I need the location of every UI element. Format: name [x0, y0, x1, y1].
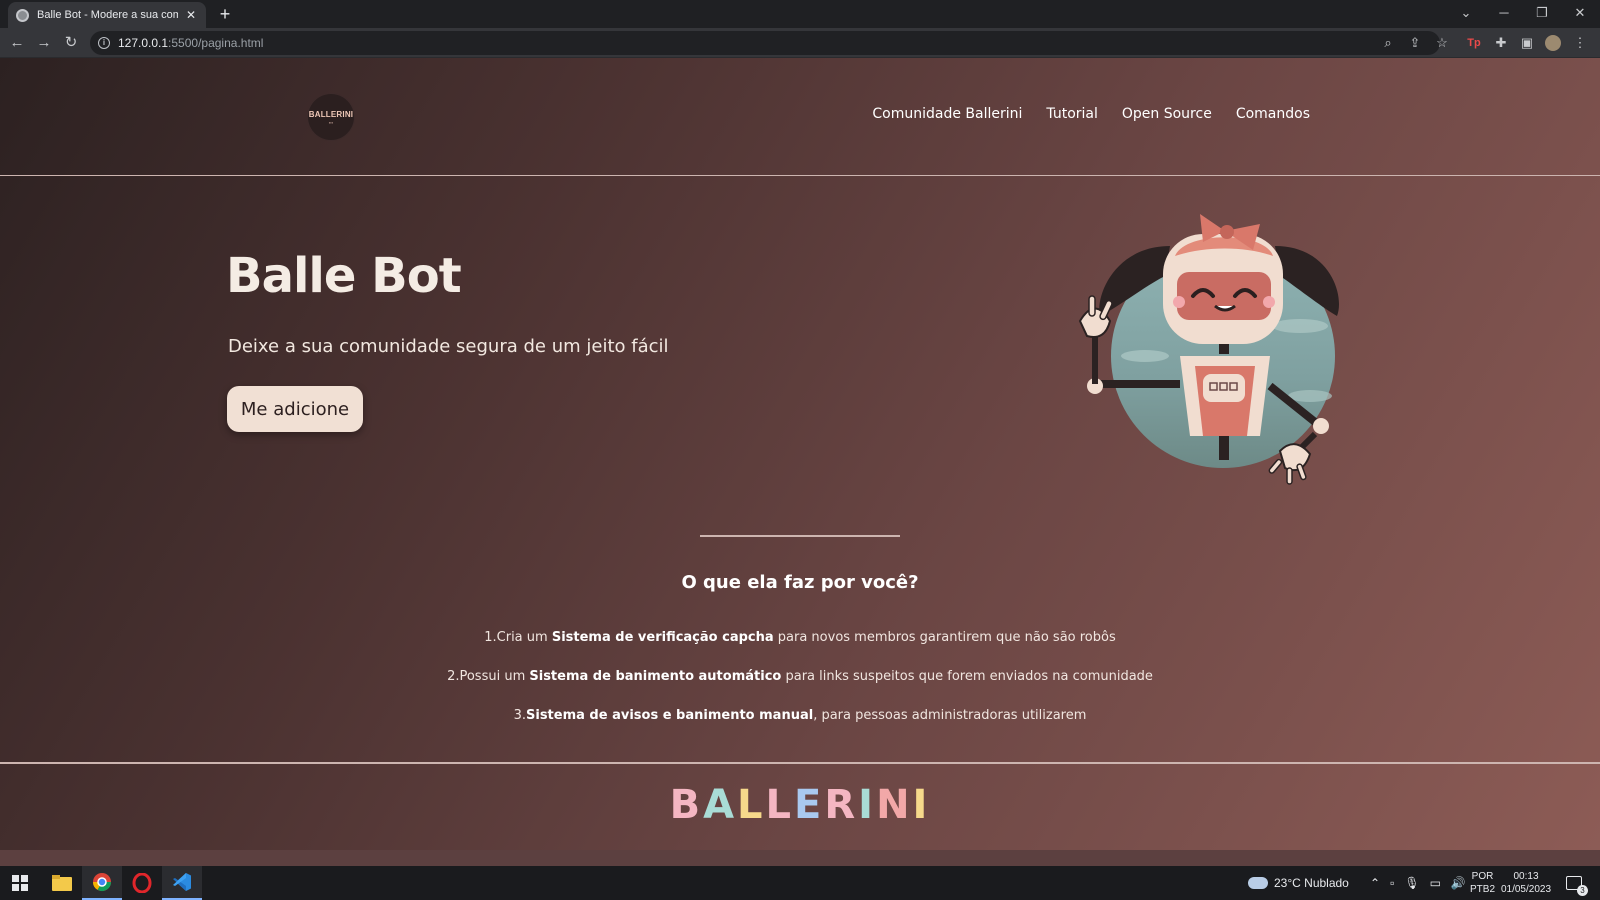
page-bottom-strip — [0, 850, 1600, 866]
back-icon[interactable]: ← — [6, 32, 28, 54]
footer-logo-letter: R — [824, 782, 859, 828]
site-header: BALLERINI ▪▪▪ Comunidade Ballerini Tutor… — [0, 58, 1600, 176]
footer-logo-letter: E — [794, 782, 825, 828]
tray-chevron-icon[interactable]: ⌃ — [1370, 876, 1380, 890]
feature-prefix: 2.Possui um — [447, 669, 530, 684]
footer-logo-letter: A — [703, 782, 738, 828]
clock-date: 01/05/2023 — [1500, 884, 1552, 895]
nav-comandos[interactable]: Comandos — [1236, 106, 1310, 122]
tray-meet-icon[interactable]: ▫ — [1390, 876, 1394, 890]
feature-item: 1.Cria um Sistema de verificação capcha … — [0, 630, 1600, 645]
feature-item: 2.Possui um Sistema de banimento automát… — [0, 669, 1600, 684]
add-bot-button[interactable]: Me adicione — [227, 386, 363, 432]
extensions-puzzle-icon[interactable]: ✚ — [1491, 33, 1511, 53]
restore-icon[interactable]: ❐ — [1522, 0, 1562, 28]
feature-prefix: 3. — [513, 708, 526, 723]
language-indicator[interactable]: POR PTB2 — [1470, 866, 1495, 900]
feature-suffix: para novos membros garantirem que não sã… — [773, 630, 1116, 645]
profile-avatar[interactable] — [1543, 33, 1563, 53]
keyboard-layout: PTB2 — [1470, 884, 1496, 895]
footer-logo-letter: L — [765, 782, 795, 828]
browser-tab-bar: Balle Bot - Modere a sua comunidade ✕ + … — [0, 0, 1600, 28]
feature-prefix: 1.Cria um — [484, 630, 552, 645]
footer-logo-letter: I — [858, 782, 877, 828]
footer-logo-letter: L — [737, 782, 766, 828]
web-page: BALLERINI ▪▪▪ Comunidade Ballerini Tutor… — [0, 58, 1600, 866]
feature-highlight: Sistema de avisos e banimento manual — [526, 708, 814, 723]
favicon-icon — [16, 8, 29, 22]
reload-icon[interactable]: ↻ — [60, 32, 82, 54]
feature-suffix: , para pessoas administradoras utilizare… — [813, 708, 1087, 723]
cloud-icon — [1248, 877, 1268, 889]
forward-icon[interactable]: → — [33, 32, 55, 54]
logo-text: BALLERINI — [308, 109, 354, 119]
zoom-icon[interactable]: ⌕ — [1378, 33, 1398, 53]
nav-comunidade-ballerini[interactable]: Comunidade Ballerini — [872, 106, 1022, 122]
feature-highlight: Sistema de verificação capcha — [551, 630, 774, 645]
extension-tp-icon[interactable]: Tp — [1464, 33, 1484, 53]
file-explorer-icon[interactable] — [42, 866, 82, 900]
side-panel-icon[interactable]: ▣ — [1517, 33, 1537, 53]
menu-kebab-icon[interactable]: ⋮ — [1570, 33, 1590, 53]
notification-count: 3 — [1577, 885, 1588, 896]
system-tray-icons: ⌃ ▫ 🎙 ▭ 🔊 — [1370, 866, 1466, 900]
windows-start-icon[interactable] — [0, 866, 40, 900]
weather-text: 23°C Nublado — [1274, 876, 1349, 890]
site-logo[interactable]: BALLERINI ▪▪▪ — [308, 94, 354, 140]
footer-logo: BALLERINI — [0, 782, 1600, 828]
network-icon[interactable]: ▭ — [1430, 876, 1441, 890]
microphone-icon[interactable]: 🎙 — [1404, 876, 1419, 890]
new-tab-button[interactable]: + — [214, 3, 236, 25]
section-divider — [700, 535, 900, 537]
site-info-icon[interactable]: i — [98, 37, 110, 49]
feature-highlight: Sistema de banimento automático — [529, 669, 782, 684]
robot-illustration — [1078, 214, 1340, 485]
nav-tutorial[interactable]: Tutorial — [1046, 106, 1097, 122]
footer-logo-letter: B — [669, 782, 704, 828]
weather-widget[interactable]: 23°C Nublado — [1248, 866, 1349, 900]
features-title: O que ela faz por você? — [681, 572, 919, 593]
hero-title: Balle Bot — [226, 248, 462, 304]
nav-open-source[interactable]: Open Source — [1122, 106, 1212, 122]
volume-icon[interactable]: 🔊 — [1451, 876, 1466, 890]
language-code: POR — [1471, 871, 1494, 882]
bookmark-star-icon[interactable]: ☆ — [1432, 33, 1452, 53]
tab-search-icon[interactable]: ⌄ — [1446, 0, 1486, 28]
share-icon[interactable]: ⇪ — [1405, 33, 1425, 53]
chrome-icon[interactable] — [82, 866, 122, 900]
footer-logo-letter: I — [912, 782, 931, 828]
logo-sub-mark: ▪▪▪ — [328, 119, 334, 125]
opera-icon[interactable] — [122, 866, 162, 900]
main-nav: Comunidade Ballerini Tutorial Open Sourc… — [872, 106, 1310, 122]
clock[interactable]: 00:13 01/05/2023 — [1500, 866, 1552, 900]
tab-title: Balle Bot - Modere a sua comunidade — [37, 9, 178, 21]
url-host: 127.0.0.1 — [118, 36, 169, 50]
feature-item: 3.Sistema de avisos e banimento manual, … — [0, 708, 1600, 723]
minimize-icon[interactable]: ─ — [1484, 0, 1524, 28]
close-window-icon[interactable]: ✕ — [1560, 0, 1600, 28]
footer-logo-letter: N — [876, 782, 913, 828]
address-bar[interactable]: i 127.0.0.1:5500/pagina.html — [90, 31, 1440, 55]
feature-suffix: para links suspeitos que forem enviados … — [781, 669, 1153, 684]
vscode-icon[interactable] — [162, 866, 202, 900]
hero-subtitle: Deixe a sua comunidade segura de um jeit… — [228, 336, 669, 357]
browser-tab[interactable]: Balle Bot - Modere a sua comunidade ✕ — [8, 2, 206, 28]
tab-close-icon[interactable]: ✕ — [184, 8, 198, 22]
clock-time: 00:13 — [1513, 871, 1539, 882]
os-taskbar: 23°C Nublado ⌃ ▫ 🎙 ▭ 🔊 POR PTB2 00:13 01… — [0, 866, 1600, 900]
notification-center-icon[interactable]: 3 — [1566, 866, 1588, 900]
browser-toolbar: ← → ↻ i 127.0.0.1:5500/pagina.html ⌕ ⇪ ☆… — [0, 28, 1600, 58]
footer-divider — [0, 762, 1600, 764]
url-path: :5500/pagina.html — [168, 36, 264, 50]
